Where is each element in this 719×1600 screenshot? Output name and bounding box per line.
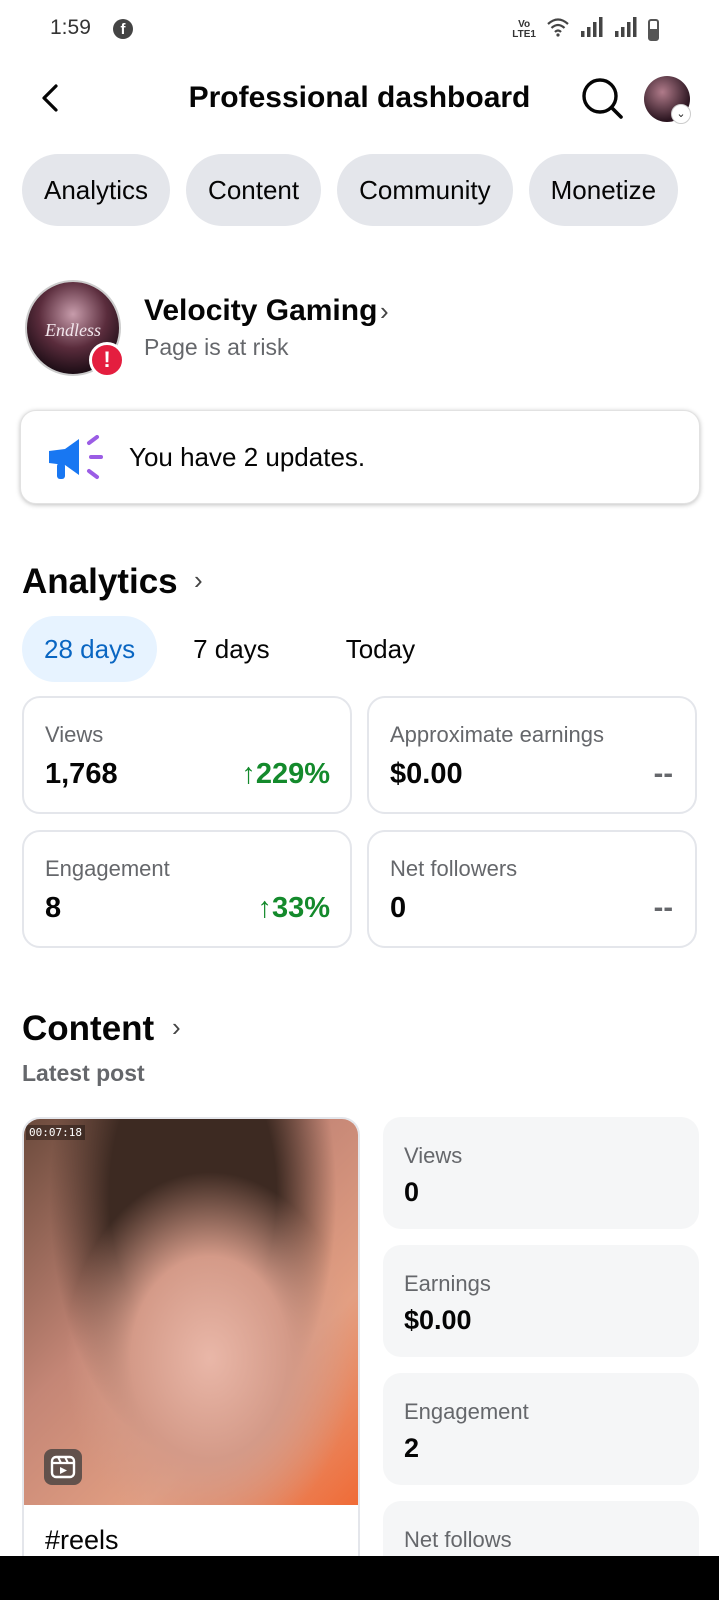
status-icons: Vo LTE1 (512, 16, 659, 43)
tab-community[interactable]: Community (337, 154, 513, 226)
stat-label: Net follows (404, 1527, 512, 1552)
stat-label: Views (404, 1143, 463, 1168)
arrow-up-icon: ↑ (241, 758, 256, 790)
stat-label: Engagement (404, 1399, 529, 1424)
post-timestamp: 00:07:18 (26, 1125, 85, 1140)
metric-card-net-followers[interactable]: Net followers 0 -- (367, 830, 697, 948)
page-header-row[interactable]: Endless ! Velocity Gaming › Page is at r… (25, 280, 695, 378)
metric-label: Approximate earnings (390, 722, 605, 747)
metric-card-engagement[interactable]: Engagement 8 ↑33% (22, 830, 352, 948)
chevron-right-icon[interactable]: › (380, 296, 389, 327)
metric-change-value: 229% (255, 758, 330, 790)
metric-value: $0.00 (390, 758, 463, 790)
chevron-right-icon[interactable]: › (194, 565, 203, 596)
metric-value: 1,768 (45, 758, 118, 790)
status-bar: 1:59 f Vo LTE1 (0, 0, 719, 58)
reels-icon (44, 1449, 82, 1485)
metric-change-value: -- (653, 892, 673, 924)
post-stat-engagement: Engagement 2 (383, 1373, 699, 1485)
page-name[interactable]: Velocity Gaming (144, 294, 377, 328)
metric-change-value: 33% (271, 892, 330, 924)
range-today[interactable]: Today (324, 616, 437, 682)
stat-value: $0.00 (404, 1305, 472, 1335)
analytics-section-title[interactable]: Analytics (22, 562, 178, 602)
arrow-up-icon: ↑ (257, 892, 272, 924)
content-section-title[interactable]: Content (22, 1009, 154, 1049)
battery-icon (648, 18, 659, 41)
page-avatar-logo-text: Endless (45, 320, 101, 340)
updates-text: You have 2 updates. (129, 442, 366, 472)
post-caption: #reels (45, 1525, 119, 1555)
stat-value: 2 (404, 1433, 420, 1463)
volte-icon: Vo LTE1 (512, 18, 536, 40)
page-status: Page is at risk (144, 334, 289, 360)
tab-monetize[interactable]: Monetize (528, 154, 679, 226)
tab-analytics[interactable]: Analytics (22, 154, 171, 226)
metric-change: ↑33% (257, 892, 330, 925)
dashboard-tabs: Analytics Content Community Monetize (22, 154, 679, 226)
metric-label: Views (45, 722, 104, 747)
facebook-notification-icon: f (113, 19, 133, 39)
metric-label: Engagement (45, 856, 170, 881)
date-range-selector: 28 days 7 days Today (22, 616, 451, 682)
post-stat-views: Views 0 (383, 1117, 699, 1229)
status-time: 1:59 (50, 16, 91, 39)
range-7-days[interactable]: 7 days (171, 616, 292, 682)
chevron-down-icon[interactable]: ⌄ (671, 104, 691, 124)
tab-content[interactable]: Content (186, 154, 322, 226)
latest-post-card[interactable]: 00:07:18 #reels (22, 1117, 360, 1600)
metric-label: Net followers (390, 856, 518, 881)
metric-value: 0 (390, 892, 407, 924)
system-navigation-bar (0, 1556, 719, 1600)
metric-change: ↑229% (241, 758, 330, 791)
stat-label: Earnings (404, 1271, 491, 1296)
post-thumbnail[interactable] (24, 1119, 358, 1505)
megaphone-icon (49, 435, 103, 479)
app-header: Professional dashboard ⌄ (0, 68, 719, 130)
metric-change-value: -- (653, 758, 673, 790)
chevron-right-icon[interactable]: › (172, 1012, 181, 1043)
stat-value: 0 (404, 1177, 420, 1207)
range-28-days[interactable]: 28 days (22, 616, 158, 682)
latest-post-label: Latest post (22, 1060, 145, 1086)
signal-icon-1 (580, 16, 604, 43)
metric-card-views[interactable]: Views 1,768 ↑229% (22, 696, 352, 814)
alert-icon: ! (89, 342, 125, 378)
signal-icon-2 (614, 16, 638, 43)
post-stat-earnings: Earnings $0.00 (383, 1245, 699, 1357)
metric-value: 8 (45, 892, 62, 924)
wifi-icon (546, 17, 570, 42)
metric-card-earnings[interactable]: Approximate earnings $0.00 -- (367, 696, 697, 814)
updates-card[interactable]: You have 2 updates. (20, 410, 700, 504)
search-icon (582, 78, 623, 119)
search-button[interactable] (578, 74, 626, 122)
